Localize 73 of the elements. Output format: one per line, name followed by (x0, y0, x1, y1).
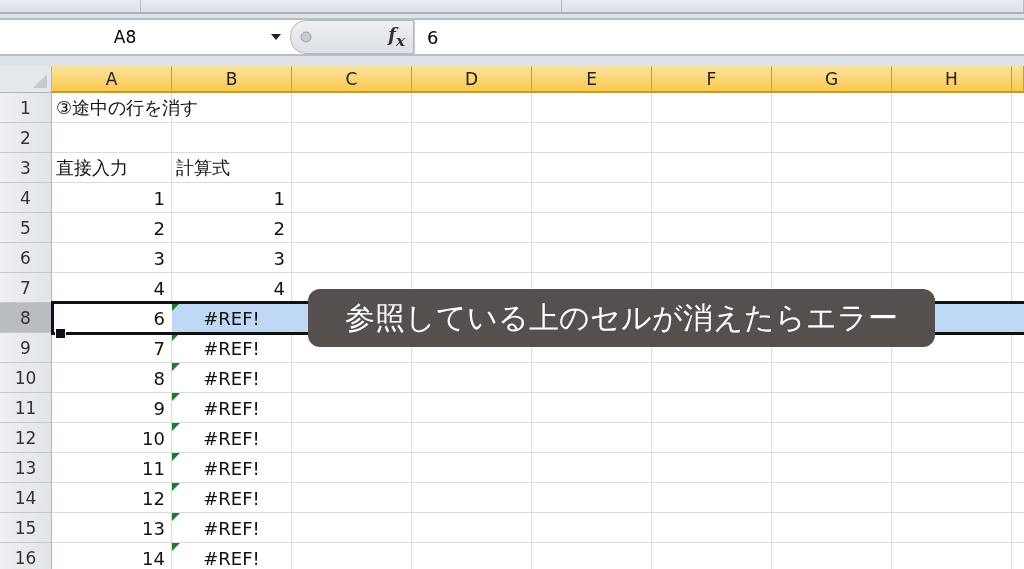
row-header[interactable]: 8 (0, 303, 52, 333)
table-cell-text: 2 (153, 217, 166, 239)
error-indicator-icon (172, 363, 180, 371)
table-cell: #REF! (203, 517, 260, 539)
table-cell-text: 3 (153, 247, 166, 269)
row-header[interactable]: 9 (0, 333, 52, 363)
table-cell: #REF! (203, 397, 260, 419)
column-header[interactable]: A (52, 66, 172, 93)
error-indicator-icon (172, 543, 180, 551)
table-cell-text: 直接入力 (55, 156, 128, 180)
table-cell: #REF! (203, 307, 260, 329)
fill-handle[interactable] (55, 328, 66, 339)
table-cell-text: 1 (273, 187, 286, 209)
row-header[interactable]: 1 (0, 93, 52, 123)
row-header[interactable]: 6 (0, 243, 52, 273)
column-header[interactable]: F (652, 66, 772, 93)
row-header[interactable]: 5 (0, 213, 52, 243)
table-cell-text: 1 (153, 187, 166, 209)
column-header[interactable]: B (172, 66, 292, 93)
table-cell-text: 2 (273, 217, 286, 239)
row-header[interactable]: 2 (0, 123, 52, 153)
error-indicator-icon (172, 453, 180, 461)
table-cell-text: 7 (153, 337, 166, 359)
table-cell: #REF! (203, 487, 260, 509)
column-header[interactable]: D (412, 66, 532, 93)
table-cell: #REF! (203, 547, 260, 569)
error-indicator-icon (172, 393, 180, 401)
row-header[interactable]: 14 (0, 483, 52, 513)
row-header[interactable]: 3 (0, 153, 52, 183)
caret-icon[interactable] (270, 33, 282, 41)
error-indicator-icon (172, 423, 180, 431)
row-header[interactable]: 12 (0, 423, 52, 453)
row-header[interactable]: 4 (0, 183, 52, 213)
table-cell-text: 3 (273, 247, 286, 269)
column-header[interactable]: E (532, 66, 652, 93)
table-cell: #REF! (203, 337, 260, 359)
table-cell-text: 8 (153, 367, 166, 389)
triangle-icon (33, 74, 47, 88)
error-indicator-icon (172, 333, 180, 341)
table-cell-text: 12 (142, 487, 166, 509)
table-cell: #REF! (203, 457, 260, 479)
row-header[interactable]: 13 (0, 453, 52, 483)
error-indicator-icon (172, 513, 180, 521)
table-cell: #REF! (203, 427, 260, 449)
table-cell-text: 11 (142, 457, 166, 479)
formula-field[interactable]: 6 (414, 20, 1024, 54)
row-header[interactable]: 16 (0, 543, 52, 569)
row-header[interactable]: 10 (0, 363, 52, 393)
resize-grip-icon[interactable] (299, 30, 313, 44)
table-cell-text: 6 (153, 307, 166, 329)
column-header[interactable]: G (772, 66, 892, 93)
insert-function-button[interactable]: f$_{x}$ (388, 24, 405, 50)
row-header[interactable]: 7 (0, 273, 52, 303)
caption-text: 参照している上のセルが消えたらエラー (308, 289, 935, 347)
table-cell-text: 14 (142, 547, 166, 569)
table-cell-text: 計算式 (175, 156, 230, 180)
table-cell-text: 4 (153, 277, 166, 299)
table-cell-text: ③途中の行を消す (55, 96, 199, 120)
table-cell-text: 9 (153, 397, 166, 419)
row-header[interactable]: 15 (0, 513, 52, 543)
column-header[interactable]: H (892, 66, 1012, 93)
error-indicator-icon (172, 483, 180, 491)
select-all-button[interactable] (0, 66, 52, 93)
table-cell-text: 10 (142, 427, 166, 449)
table-cell-text: 4 (273, 277, 286, 299)
table-cell-text: 13 (142, 517, 166, 539)
error-indicator-icon (172, 303, 180, 311)
table-cell: #REF! (203, 367, 260, 389)
row-header[interactable]: 11 (0, 393, 52, 423)
column-header[interactable]: C (292, 66, 412, 93)
active-cell[interactable]: 6 (52, 303, 172, 333)
column-header[interactable] (1012, 66, 1024, 93)
name-box[interactable]: A8 (0, 20, 290, 54)
